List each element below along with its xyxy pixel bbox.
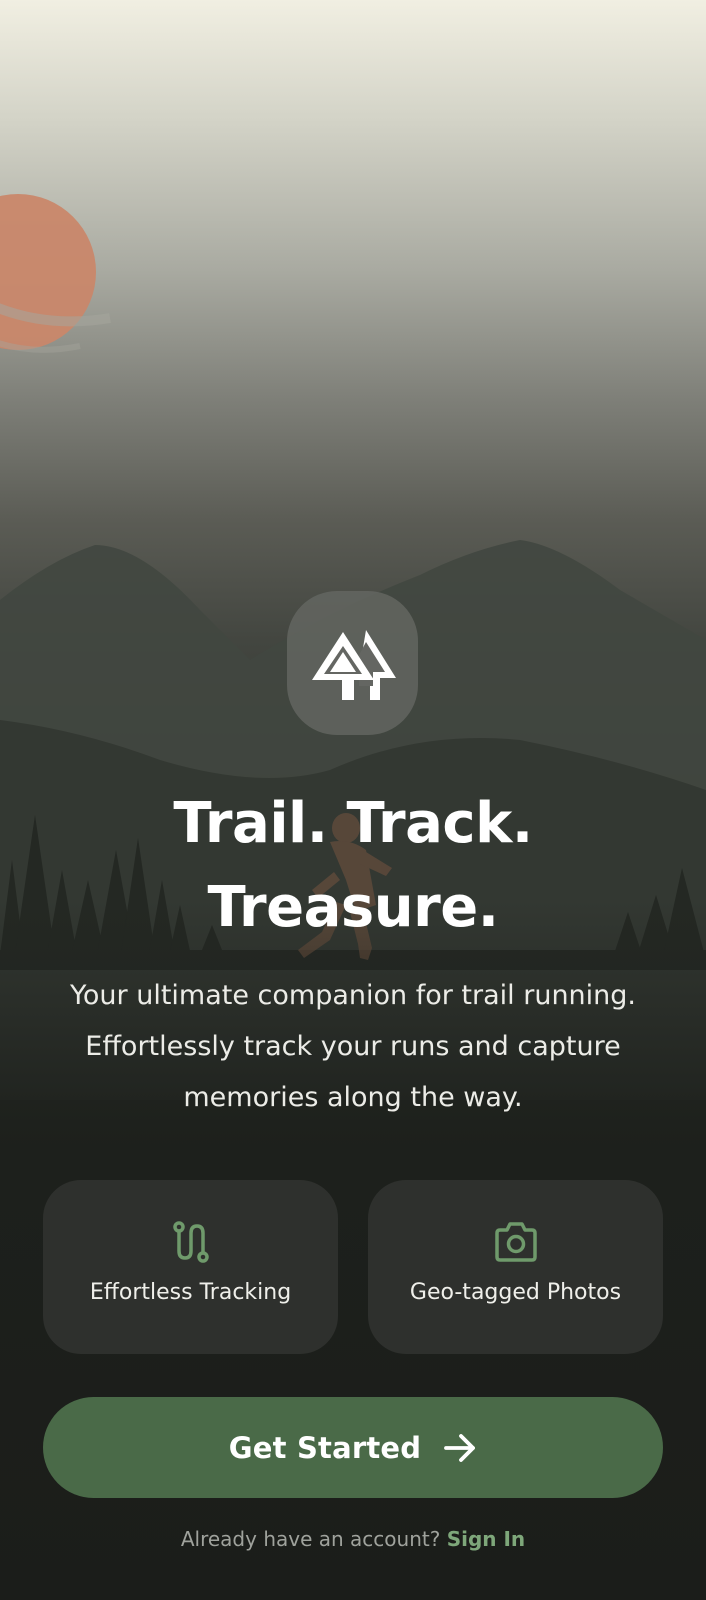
hero-description: Your ultimate companion for trail runnin… xyxy=(30,970,676,1123)
get-started-label: Get Started xyxy=(228,1430,422,1465)
sun-illustration xyxy=(0,194,111,353)
signin-row: Already have an account? Sign In xyxy=(0,1527,706,1551)
camera-icon xyxy=(492,1218,540,1266)
get-started-button[interactable]: Get Started xyxy=(43,1397,663,1498)
signin-prompt: Already have an account? xyxy=(180,1527,441,1551)
feature-label-photos: Geo-tagged Photos xyxy=(409,1280,622,1305)
hero-description-line-2: Effortlessly track your runs and capture xyxy=(85,1031,621,1062)
hero-title-line-2: Treasure. xyxy=(207,875,499,940)
feature-card-geo-tagged-photos: Geo-tagged Photos xyxy=(368,1180,663,1354)
hero-title: Trail. Track. Treasure. xyxy=(40,782,666,950)
hero-title-line-1: Trail. Track. xyxy=(173,791,533,856)
feature-label-tracking: Effortless Tracking xyxy=(89,1280,292,1305)
route-icon xyxy=(167,1218,215,1266)
app-logo xyxy=(287,591,418,735)
feature-card-effortless-tracking: Effortless Tracking xyxy=(43,1180,338,1354)
welcome-screen: Trail. Track. Treasure. Your ultimate co… xyxy=(0,0,706,1600)
hero-description-line-1: Your ultimate companion for trail runnin… xyxy=(69,980,637,1011)
pine-trees-icon xyxy=(311,630,396,700)
sign-in-link[interactable]: Sign In xyxy=(447,1527,525,1551)
arrow-right-icon xyxy=(443,1433,477,1463)
hero-description-line-3: memories along the way. xyxy=(183,1082,523,1113)
